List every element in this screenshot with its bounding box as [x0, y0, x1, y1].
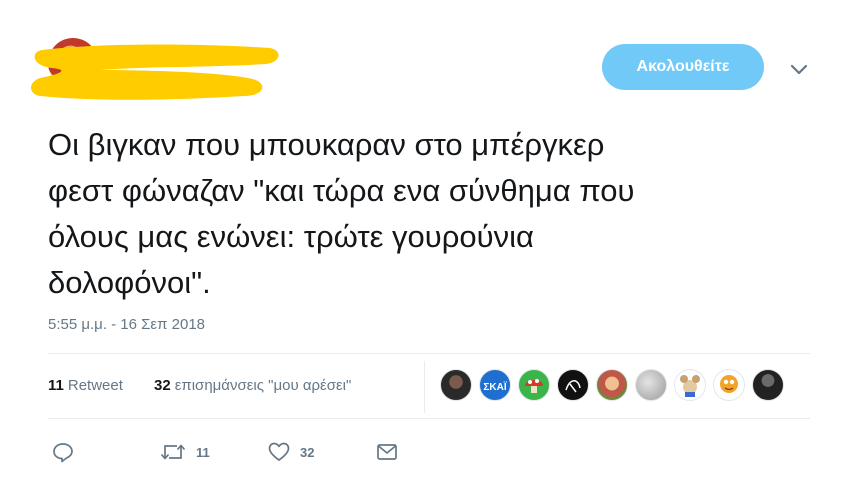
like-action-count: 32: [300, 444, 315, 460]
divider-bottom: [48, 418, 810, 419]
like-stat[interactable]: 32 επισημάνσεις "μου αρέσει": [154, 377, 351, 394]
name-redaction: [31, 44, 279, 100]
avatar-cartoon-mouse[interactable]: [674, 369, 706, 401]
retweet-button[interactable]: 11: [160, 440, 210, 464]
avatar-skai-logo[interactable]: ΣΚΑΪ: [479, 369, 511, 401]
avatar-dark-portrait[interactable]: [440, 369, 472, 401]
reply-icon: [53, 443, 73, 463]
like-button[interactable]: 32: [268, 440, 314, 464]
direct-message-button[interactable]: [376, 440, 398, 464]
tweet-stats: 11 Retweet 32 επισημάνσεις "μου αρέσει" ΣΚ…: [48, 355, 810, 419]
stats-separator: [424, 361, 425, 413]
avatar-black-sketch[interactable]: [557, 369, 589, 401]
tweet-actions: 11 32: [48, 432, 810, 472]
retweet-label: Retweet: [67, 377, 123, 394]
like-label: επισημάνσεις "μου αρέσει": [174, 377, 352, 394]
retweet-icon: [160, 444, 186, 460]
avatar-mushroom[interactable]: [518, 369, 550, 401]
reply-button[interactable]: [52, 440, 74, 464]
tweet-header: Ακολουθείτε: [0, 0, 851, 110]
envelope-icon: [377, 444, 397, 460]
like-count: 32: [154, 377, 171, 394]
tweet-text: Οι βιγκαν που μπουκαραν στο μπέργκερ φεσ…: [48, 127, 635, 300]
chevron-down-icon[interactable]: [788, 60, 810, 80]
retweet-action-count: 11: [196, 444, 210, 460]
heart-icon: [268, 442, 290, 461]
following-button[interactable]: Ακολουθείτε: [602, 44, 764, 90]
avatar-garfield[interactable]: [713, 369, 745, 401]
avatar-grey[interactable]: [635, 369, 667, 401]
retweet-count: 11: [48, 377, 64, 394]
tweet-timestamp[interactable]: 5:55 μ.μ. - 16 Σεπ 2018: [48, 316, 205, 333]
retweet-stat[interactable]: 11 Retweet: [48, 377, 123, 394]
avatar-dark-figure[interactable]: [752, 369, 784, 401]
svg-text:ΣΚΑΪ: ΣΚΑΪ: [483, 380, 506, 393]
avatar-colorful-figure[interactable]: [596, 369, 628, 401]
divider-top: [48, 353, 810, 354]
